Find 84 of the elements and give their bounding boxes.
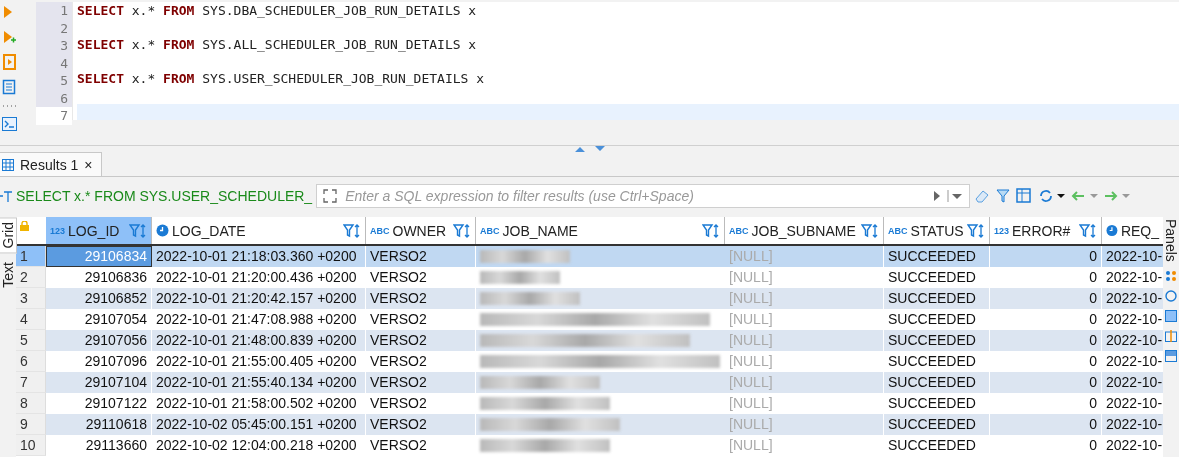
table-cell: 29106834 (46, 246, 152, 267)
refresh-icon[interactable] (1038, 188, 1067, 204)
table-cell: VERSO2 (366, 435, 476, 456)
filter-sort-icon[interactable] (129, 222, 147, 239)
apply-filter-icon[interactable] (933, 190, 942, 202)
panel-icon[interactable] (1165, 289, 1177, 302)
row-number: 10 (16, 435, 46, 456)
row-number: 3 (16, 288, 46, 309)
table-cell: [NULL] (725, 435, 884, 456)
row-number: 8 (16, 393, 46, 414)
table-row[interactable]: 5 29107056 2022-10-01 21:48:00.839 +0200 VERSO2 [NULL] SUCCEEDED 0 2022-10- (16, 330, 1163, 351)
clock-icon (156, 224, 169, 237)
column-name: ERROR# (1012, 222, 1072, 239)
column-name: JOB_NAME (502, 222, 579, 239)
table-cell: 0 (990, 435, 1102, 456)
clock-icon (1106, 224, 1118, 237)
grid-icon (2, 158, 14, 171)
row-number: 6 (16, 351, 46, 372)
panel-icon[interactable] (1165, 349, 1177, 362)
row-number: 5 (16, 330, 46, 351)
column-name: OWNER (392, 222, 448, 239)
line-number: 1 (36, 2, 72, 20)
type-label: ABC (480, 225, 500, 236)
results-tab-label[interactable]: Results 1 (20, 156, 79, 173)
table-row[interactable]: 2 29106836 2022-10-01 21:20:00.436 +0200 VERSO2 [NULL] SUCCEEDED 0 2022-10- (16, 267, 1163, 288)
table-row[interactable]: 8 29107122 2022-10-01 21:58:00.502 +0200 VERSO2 [NULL] SUCCEEDED 0 2022-10- (16, 393, 1163, 414)
column-name: JOB_SUBNAME (751, 222, 857, 239)
table-cell: 29113660 (46, 435, 152, 456)
terminal-icon[interactable] (2, 117, 17, 131)
panel-icon[interactable] (1165, 269, 1177, 282)
filter-field[interactable]: Enter a SQL expression to filter results (use Ctrl+Space) (316, 184, 971, 208)
expand-icon[interactable] (323, 189, 338, 203)
table-row[interactable]: 4 29107054 2022-10-01 21:47:08.988 +0200 VERSO2 [NULL] SUCCEEDED 0 2022-10- (16, 309, 1163, 330)
script-run-icon[interactable] (2, 54, 18, 70)
row-number: 9 (16, 414, 46, 435)
column-name: REQ_ (1120, 222, 1159, 239)
row-number: 1 (16, 246, 46, 267)
row-number: 4 (16, 309, 46, 330)
view-tab[interactable]: Grid (0, 217, 17, 254)
code-line: SELECT x.* FROM SYS.DBA_SCHEDULER_JOB_RUN_DETAILS x (77, 2, 478, 20)
table-cell: 2022-10-02 12:04:00.218 +0200 (152, 435, 366, 456)
filter-icon[interactable] (996, 188, 1013, 204)
filter-sort-icon[interactable] (1079, 222, 1097, 239)
panels-tab[interactable]: Panels (1163, 219, 1179, 262)
view-tab[interactable]: Text (0, 257, 17, 294)
filter-sort-icon[interactable] (967, 222, 985, 239)
type-label: 123 (994, 225, 1010, 236)
results-tab[interactable]: Results 1 × (0, 152, 102, 176)
table-row[interactable]: 7 29107104 2022-10-01 21:55:40.134 +0200 VERSO2 [NULL] SUCCEEDED 0 2022-10- (16, 372, 1163, 393)
column-name: LOG_DATE (172, 222, 247, 239)
table-row[interactable]: 1 29106834 2022-10-01 21:18:03.360 +0200 VERSO2 [NULL] SUCCEEDED 0 2022-10- (16, 246, 1163, 267)
table-cell: 2022-10- (1102, 435, 1163, 456)
run-add-icon[interactable] (2, 29, 16, 45)
table-row[interactable]: 9 29110618 2022-10-02 05:45:00.151 +0200 VERSO2 [NULL] SUCCEEDED 0 2022-10- (16, 414, 1163, 435)
filter-sort-icon[interactable] (861, 222, 879, 239)
code-line: SELECT x.* FROM SYS.USER_SCHEDULER_JOB_RUN_DETAILS x (77, 69, 485, 88)
type-label: 123 (50, 225, 66, 236)
panel-icon[interactable] (1165, 309, 1177, 322)
type-label: ABC (888, 225, 908, 236)
code-line: SELECT x.* FROM SYS.ALL_SCHEDULER_JOB_RUN_DETAILS x (77, 35, 478, 54)
line-number: 3 (36, 37, 72, 55)
table-row[interactable]: 3 29106852 2022-10-01 21:20:42.157 +0200 VERSO2 [NULL] SUCCEEDED 0 2022-10- (16, 288, 1163, 309)
column-header[interactable]: 123 LOG_ID (46, 217, 152, 244)
filter-sort-icon[interactable] (702, 222, 720, 239)
type-label: ABC (370, 225, 390, 236)
column-name: LOG_ID (68, 222, 121, 239)
dropdown-icon[interactable] (947, 190, 964, 202)
table-row[interactable]: 10 29113660 2022-10-02 12:04:00.218 +0200 VERSO2 [NULL] SUCCEEDED 0 2022-10- (16, 435, 1163, 456)
document-icon[interactable] (2, 79, 16, 95)
table-row[interactable]: 6 29107096 2022-10-01 21:55:00.405 +0200 VERSO2 [NULL] SUCCEEDED 0 2022-10- (16, 351, 1163, 372)
sql-text-icon (0, 190, 12, 202)
lock-icon (20, 221, 29, 231)
table-cell: SUCCEEDED (884, 435, 990, 456)
line-number: 5 (36, 72, 72, 90)
panel-icon[interactable] (1165, 329, 1177, 342)
filter-input-field[interactable]: Enter a SQL expression to filter results (use Ctrl+Space) (343, 187, 928, 205)
type-label: ABC (729, 225, 749, 236)
row-number: 2 (16, 267, 46, 288)
column-name: STATUS (910, 222, 964, 239)
close-tab-icon[interactable]: × (84, 156, 93, 173)
row-number: 7 (16, 372, 46, 393)
query-text: SELECT x.* FROM SYS.USER_SCHEDULER_ (16, 188, 313, 204)
filter-sort-icon[interactable] (343, 222, 361, 239)
filter-sort-icon[interactable] (453, 222, 471, 239)
